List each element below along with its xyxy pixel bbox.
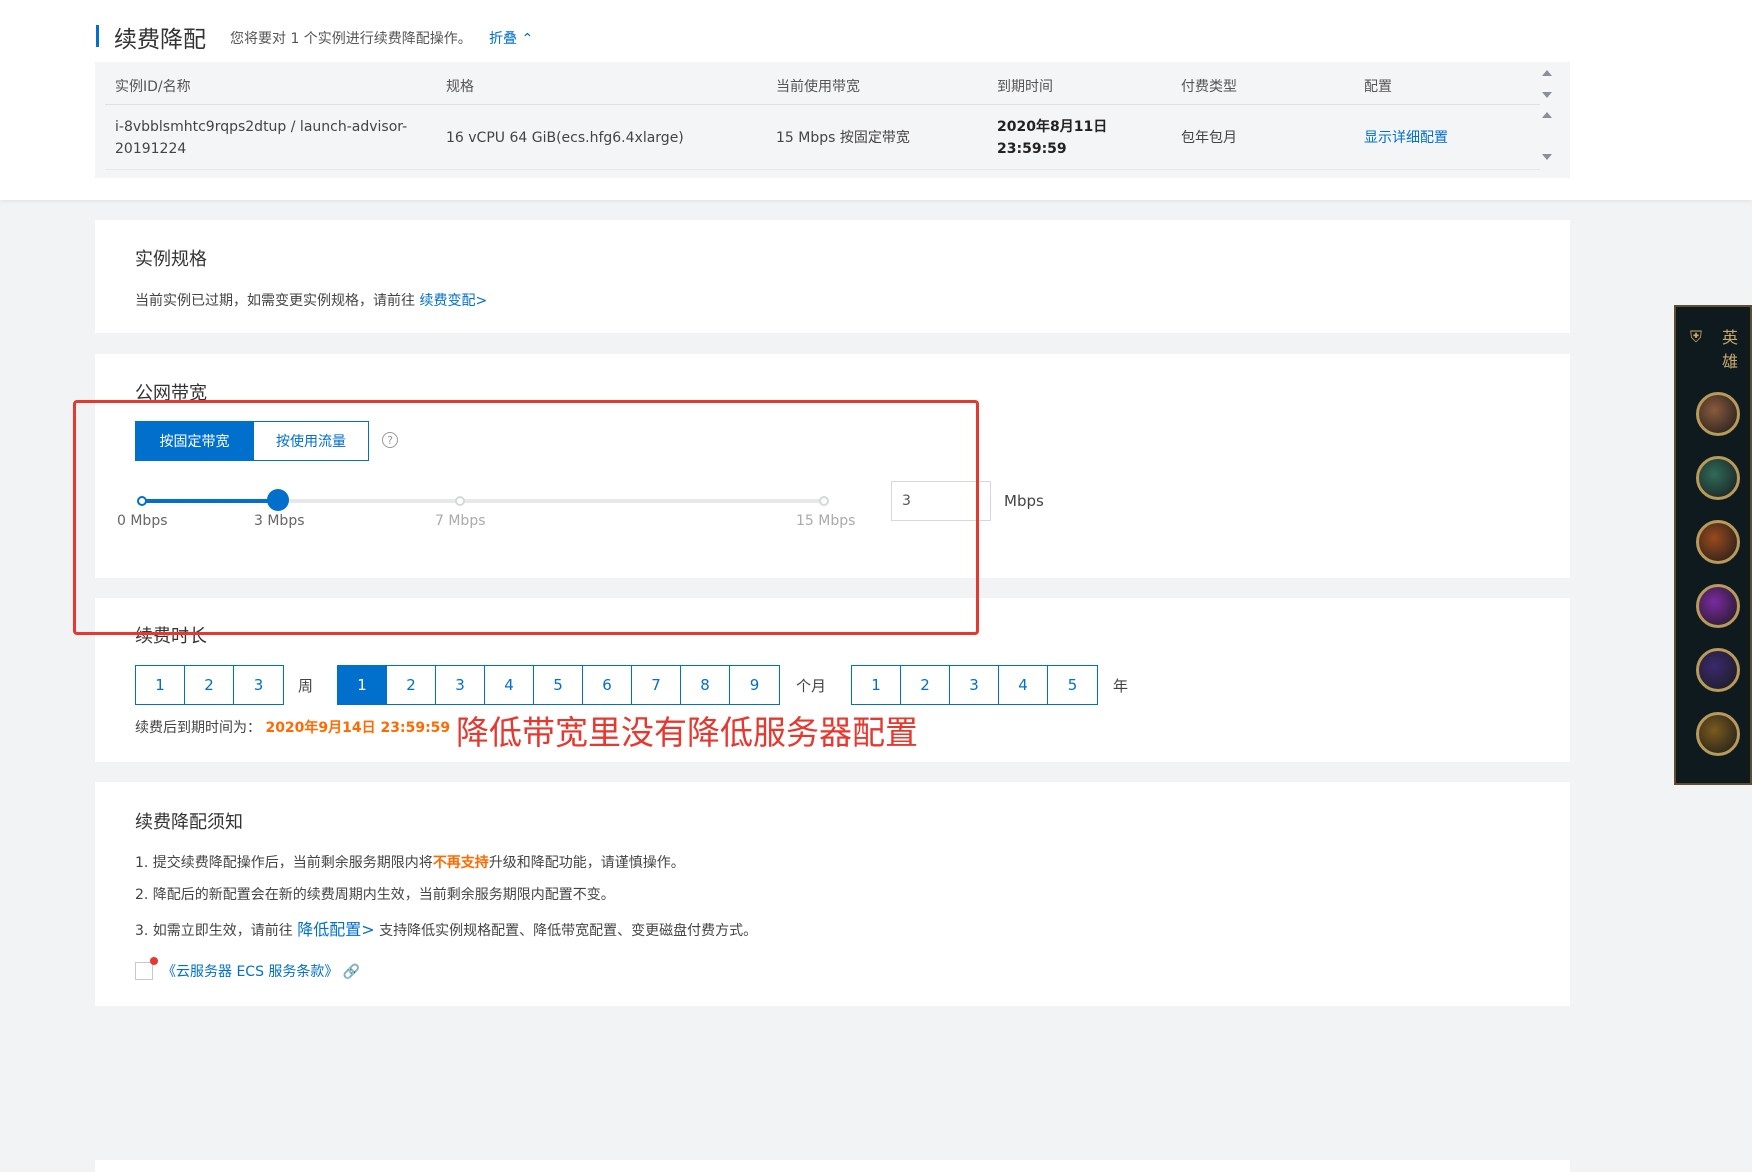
month-options: 1 2 3 4 5 6 7 8 9	[337, 665, 780, 705]
notice-item-1-text: 1. 提交续费降配操作后，当前剩余服务期限内将	[135, 855, 433, 871]
expire-date: 2020年8月11日	[997, 119, 1108, 135]
spec-desc-text: 当前实例已过期，如需变更实例规格，请前往	[135, 293, 415, 309]
month-option[interactable]: 4	[485, 666, 534, 704]
instance-bandwidth-cell: 15 Mbps 按固定带宽	[776, 130, 910, 146]
title-accent-bar	[96, 25, 99, 47]
column-header-paytype: 付费类型	[1181, 79, 1237, 95]
instance-id-line1: i-8vbblsmhtc9rqps2dtup / launch-advisor-	[115, 119, 408, 135]
chevron-up-icon: ⌃	[521, 31, 534, 47]
bandwidth-unit: Mbps	[1004, 492, 1044, 510]
month-option[interactable]: 2	[387, 666, 436, 704]
month-unit: 个月	[796, 677, 827, 695]
terms-label: 《云服务器 ECS 服务条款》	[162, 964, 339, 980]
week-unit: 周	[298, 677, 314, 695]
scroll-down-icon[interactable]	[1542, 92, 1552, 98]
renew-change-link[interactable]: 续费变配>	[419, 293, 487, 309]
champion-avatar[interactable]	[1696, 456, 1740, 500]
game-panel-title: 英雄	[1722, 328, 1739, 371]
year-option[interactable]: 1	[852, 666, 901, 704]
column-header-spec: 规格	[446, 79, 474, 95]
instance-spec-cell: 16 vCPU 64 GiB(ecs.hfg6.4xlarge)	[446, 130, 684, 146]
terms-link[interactable]: 《云服务器 ECS 服务条款》 🔗	[162, 961, 360, 981]
spec-title: 实例规格	[135, 249, 207, 270]
month-option[interactable]: 9	[730, 666, 779, 704]
column-header-config: 配置	[1364, 79, 1392, 95]
year-unit: 年	[1113, 677, 1129, 695]
month-option[interactable]: 5	[534, 666, 583, 704]
champion-avatar[interactable]	[1696, 712, 1740, 756]
renew-expire-row: 续费后到期时间为： 2020年9月14日 23:59:59	[135, 717, 450, 737]
terms-checkbox[interactable]	[135, 962, 153, 980]
table-row-divider	[105, 169, 1540, 170]
champion-avatar[interactable]	[1696, 392, 1740, 436]
instance-id-line2: 20191224	[115, 141, 187, 157]
show-config-link[interactable]: 显示详细配置	[1364, 127, 1448, 149]
expire-time: 23:59:59	[997, 141, 1067, 157]
column-header-id: 实例ID/名称	[115, 79, 191, 95]
year-option[interactable]: 2	[901, 666, 950, 704]
spec-desc: 当前实例已过期，如需变更实例规格，请前往 续费变配>	[135, 290, 487, 310]
scroll-up-icon[interactable]	[1542, 70, 1552, 76]
page-title: 续费降配	[114, 27, 206, 53]
column-header-bandwidth: 当前使用带宽	[776, 79, 860, 95]
champion-avatar[interactable]	[1696, 520, 1740, 564]
notice-item-3-text: 3. 如需立即生效，请前往	[135, 923, 293, 939]
link-icon: 🔗	[342, 964, 361, 980]
notice-item-3: 3. 如需立即生效，请前往 降低配置> 支持降低实例规格配置、降低带宽配置、变更…	[135, 916, 757, 940]
required-dot	[150, 957, 158, 965]
week-option[interactable]: 3	[234, 666, 283, 704]
notice-item-1-tail: 升级和降配功能，请谨慎操作。	[488, 855, 685, 871]
week-options: 1 2 3	[135, 665, 284, 705]
annotation-text: 降低带宽里没有降低服务器配置	[456, 713, 918, 752]
year-options: 1 2 3 4 5	[851, 665, 1098, 705]
year-option[interactable]: 4	[999, 666, 1048, 704]
scroll-down-icon[interactable]	[1542, 154, 1552, 160]
champion-avatar[interactable]	[1696, 584, 1740, 628]
notice-item-1: 1. 提交续费降配操作后，当前剩余服务期限内将不再支持升级和降配功能，请谨慎操作…	[135, 852, 685, 872]
month-option[interactable]: 8	[681, 666, 730, 704]
month-option[interactable]: 1	[338, 666, 387, 704]
notice-item-2: 2. 降配后的新配置会在新的续费周期内生效，当前剩余服务期限内配置不变。	[135, 887, 615, 903]
notice-highlight: 不再支持	[432, 855, 489, 871]
column-header-expire: 到期时间	[997, 79, 1053, 95]
annotation-highlight-box	[73, 400, 979, 635]
shield-icon: ⛨	[1690, 327, 1703, 346]
instance-expire-cell: 2020年8月11日 23:59:59	[997, 116, 1107, 160]
bottom-card	[95, 1160, 1570, 1172]
month-option[interactable]: 7	[632, 666, 681, 704]
collapse-link[interactable]: 折叠 ⌃	[489, 28, 533, 48]
year-option[interactable]: 5	[1048, 666, 1097, 704]
scroll-up-icon[interactable]	[1542, 112, 1552, 118]
year-option[interactable]: 3	[950, 666, 999, 704]
instance-id-cell: i-8vbblsmhtc9rqps2dtup / launch-advisor-…	[115, 116, 407, 160]
downgrade-config-link[interactable]: 降低配置>	[297, 920, 374, 939]
table-header-divider	[105, 104, 1540, 105]
month-option[interactable]: 3	[436, 666, 485, 704]
week-option[interactable]: 1	[136, 666, 185, 704]
notice-item-3-tail: 支持降低实例规格配置、降低带宽配置、变更磁盘付费方式。	[379, 923, 758, 939]
collapse-label: 折叠	[489, 31, 517, 47]
instance-paytype-cell: 包年包月	[1181, 130, 1237, 146]
week-option[interactable]: 2	[185, 666, 234, 704]
table-scrollbar[interactable]	[1540, 66, 1554, 176]
renew-expire-label: 续费后到期时间为：	[135, 720, 261, 736]
renew-expire-value: 2020年9月14日 23:59:59	[265, 720, 451, 736]
notice-title: 续费降配须知	[135, 812, 243, 833]
champion-avatar[interactable]	[1696, 648, 1740, 692]
page-subtitle: 您将要对 1 个实例进行续费降配操作。	[230, 31, 472, 47]
spec-card	[95, 220, 1570, 333]
month-option[interactable]: 6	[583, 666, 632, 704]
